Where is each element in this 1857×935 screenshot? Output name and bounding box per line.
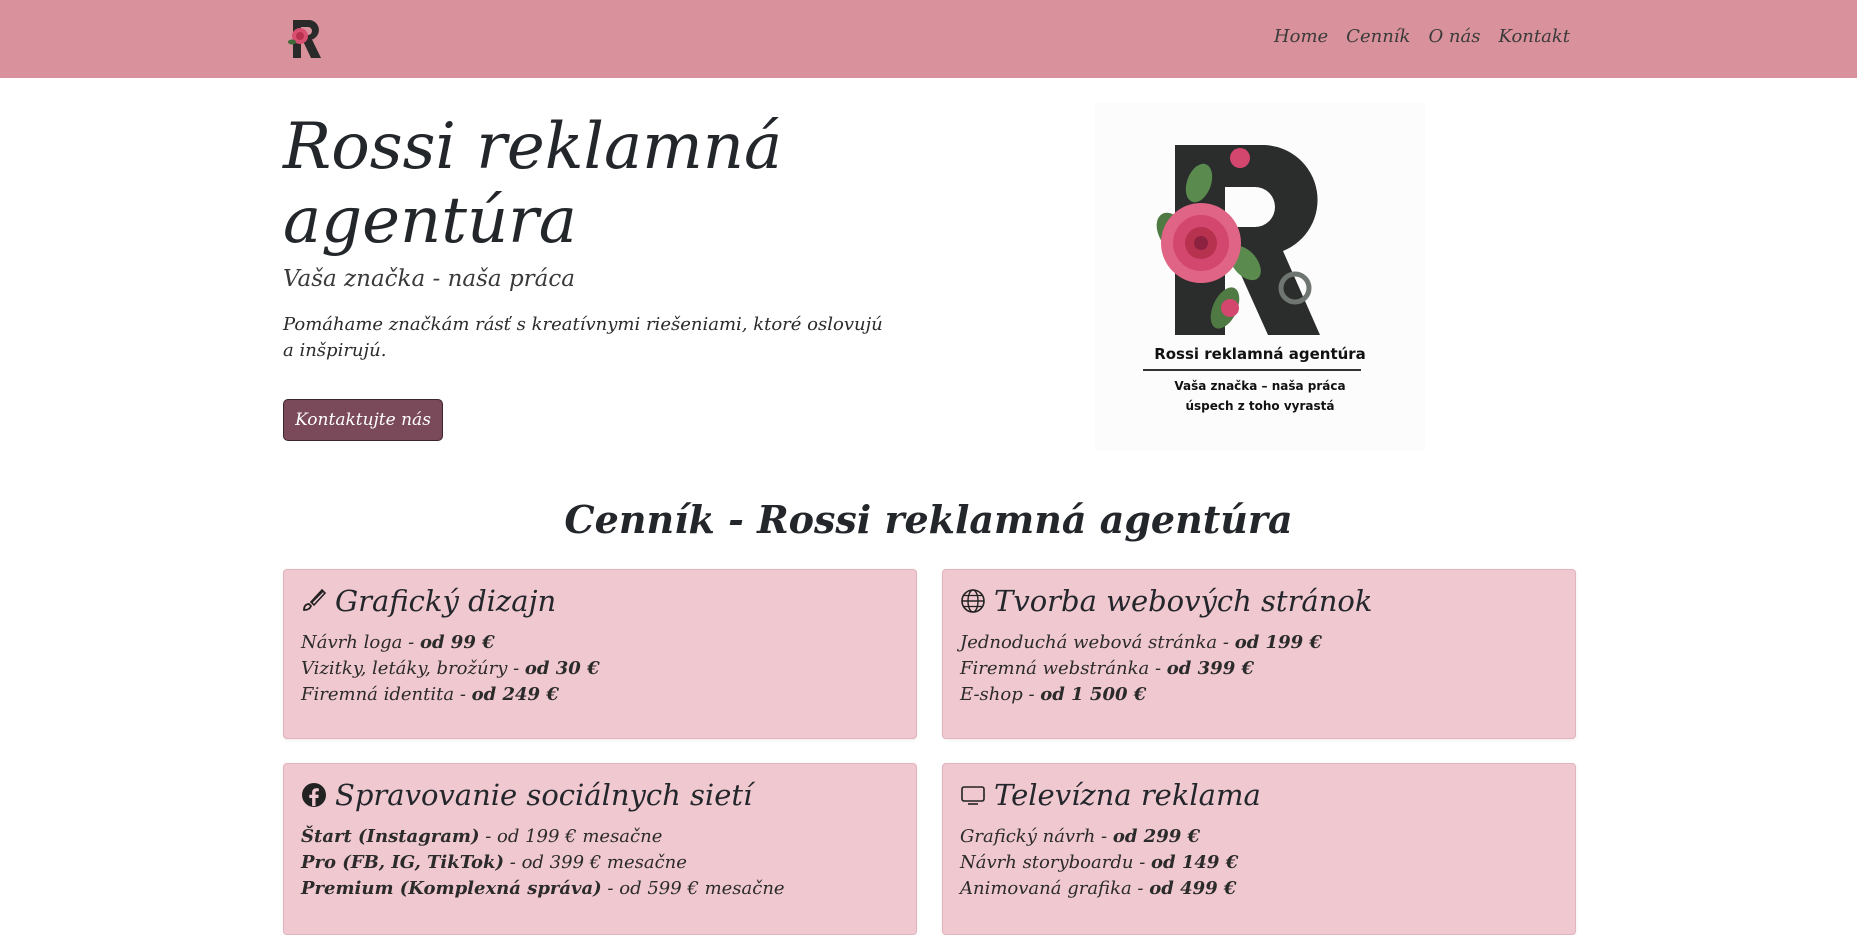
card-header: Televízna reklama (960, 778, 1261, 812)
hero-title: Rossi reklamná agentúra (283, 110, 783, 258)
logo-tagline-2: úspech z toho vyrastá (1185, 399, 1335, 413)
facebook-icon (302, 783, 326, 807)
brush-icon (303, 588, 327, 611)
card-title: Grafický dizajn (335, 584, 557, 618)
hero-subtitle: Vaša značka - naša práca (283, 266, 575, 292)
nav-link-cennik[interactable]: Cenník (1346, 26, 1410, 47)
price-list: Grafický návrh - od 299 € Návrh storyboa… (960, 824, 1238, 902)
price-list: Jednoduchá webová stránka - od 199 € Fir… (960, 630, 1322, 708)
pricing-card-social-media: Spravovanie sociálnych sietí Štart (Inst… (283, 763, 917, 935)
nav-link-o-nas[interactable]: O nás (1428, 26, 1480, 47)
list-item: Vizitky, letáky, brožúry - od 30 € (301, 658, 600, 679)
nav-links: Home Cenník O nás Kontakt (1274, 26, 1570, 47)
pricing-card-web-development: Tvorba webových stránok Jednoduchá webov… (942, 569, 1576, 739)
logo-caption: Rossi reklamná agentúra (1154, 345, 1366, 363)
hero-logo-image: Rossi reklamná agentúra Vaša značka – na… (1095, 103, 1425, 451)
nav-link-home[interactable]: Home (1274, 26, 1328, 47)
pricing-title: Cenník - Rossi reklamná agentúra (564, 497, 1293, 542)
price-list: Štart (Instagram) - od 199 € mesačne Pro… (301, 824, 785, 902)
navbar: Home Cenník O nás Kontakt (0, 0, 1857, 78)
rossi-logo-icon[interactable] (283, 14, 333, 64)
list-item: Jednoduchá webová stránka - od 199 € (960, 632, 1322, 653)
list-item: Pro (FB, IG, TikTok) - od 399 € mesačne (301, 852, 687, 873)
card-title: Televízna reklama (994, 778, 1261, 812)
list-item: Firemná identita - od 249 € (301, 684, 559, 705)
list-item: Firemná webstránka - od 399 € (960, 658, 1255, 679)
hero-description: Pomáhame značkám rásť s kreatívnymi rieš… (283, 314, 883, 361)
card-header: Spravovanie sociálnych sietí (301, 778, 752, 812)
logo-divider (1143, 369, 1361, 371)
list-item: Grafický návrh - od 299 € (960, 826, 1201, 847)
rose-r-logo-icon (1156, 145, 1320, 335)
pricing-card-tv-advertising: Televízna reklama Grafický návrh - od 29… (942, 763, 1576, 935)
pricing-card-graphic-design: Grafický dizajn Návrh loga - od 99 € Viz… (283, 569, 917, 739)
list-item: E-shop - od 1 500 € (960, 684, 1147, 705)
tv-icon (961, 786, 985, 805)
logo-tagline: Vaša značka – naša práca (1174, 379, 1346, 393)
contact-button[interactable]: Kontaktujte nás (283, 399, 443, 441)
card-title: Spravovanie sociálnych sietí (335, 778, 753, 812)
list-item: Premium (Komplexná správa) - od 599 € me… (301, 878, 785, 899)
list-item: Návrh loga - od 99 € (301, 632, 495, 653)
card-title: Tvorba webových stránok (994, 584, 1373, 618)
list-item: Štart (Instagram) - od 199 € mesačne (301, 826, 663, 847)
nav-link-kontakt[interactable]: Kontakt (1499, 26, 1571, 47)
list-item: Návrh storyboardu - od 149 € (960, 852, 1239, 873)
card-header: Grafický dizajn (301, 584, 556, 618)
card-header: Tvorba webových stránok (960, 584, 1372, 618)
price-list: Návrh loga - od 99 € Vizitky, letáky, br… (301, 630, 600, 708)
globe-icon (961, 589, 985, 613)
list-item: Animovaná grafika - od 499 € (960, 878, 1237, 899)
